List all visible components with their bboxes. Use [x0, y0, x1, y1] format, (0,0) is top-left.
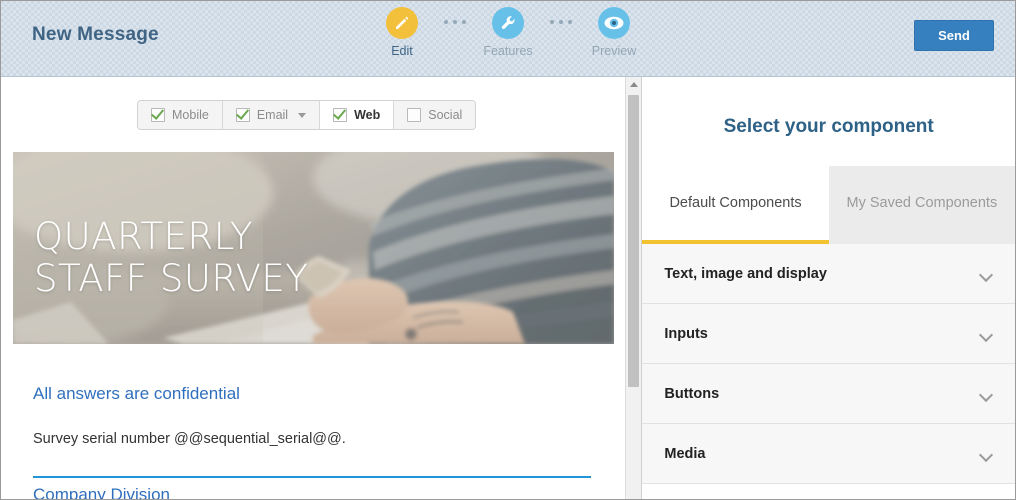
pencil-icon [386, 7, 418, 39]
channel-tab-mobile[interactable]: Mobile [138, 101, 223, 129]
channel-tab-email[interactable]: Email [222, 101, 321, 129]
tab-my-saved-components[interactable]: My Saved Components [828, 166, 1015, 244]
email-checkbox[interactable] [235, 108, 250, 122]
step-separator-2 [544, 20, 578, 24]
web-checkbox[interactable] [333, 108, 348, 122]
social-checkbox[interactable] [407, 108, 422, 122]
app-header: New Message Edit Features Preview Send [1, 1, 1015, 77]
step-features-label: Features [483, 44, 533, 58]
component-tabs: Default Components My Saved Components [642, 166, 1015, 244]
component-group-buttons[interactable]: Buttons [642, 364, 1015, 424]
channel-selector: Mobile Email Web Social [137, 100, 477, 130]
step-preview[interactable]: Preview [578, 7, 650, 58]
section-heading: Company Division [33, 485, 170, 500]
component-group-label: Buttons [664, 385, 720, 402]
editor-scrollbar[interactable] [625, 77, 642, 499]
component-group-text-image-display[interactable]: Text, image and display [642, 244, 1015, 304]
step-preview-label: Preview [591, 44, 637, 58]
scroll-thumb[interactable] [628, 95, 640, 387]
step-edit[interactable]: Edit [366, 7, 438, 58]
component-group-label: Media [664, 445, 706, 462]
channel-tab-web[interactable]: Web [320, 101, 395, 129]
step-features[interactable]: Features [472, 7, 544, 58]
chevron-down-icon[interactable] [980, 330, 993, 338]
page-title: New Message [32, 24, 159, 45]
channel-tab-mobile-label: Mobile [172, 108, 209, 122]
component-groups: Text, image and display Inputs Buttons M… [642, 244, 1015, 484]
section-divider [33, 476, 591, 478]
chevron-down-icon[interactable] [980, 450, 993, 458]
component-group-inputs[interactable]: Inputs [642, 304, 1015, 364]
lead-heading: All answers are confidential [33, 384, 240, 403]
message-editor-pane: Mobile Email Web Social QUARTERLY STAFF … [1, 77, 643, 500]
step-separator-1 [438, 20, 472, 24]
app-window: New Message Edit Features Preview Send M… [0, 0, 1016, 500]
channel-tab-social-label: Social [428, 108, 463, 122]
panel-title: Select your component [723, 116, 934, 137]
channel-tab-social[interactable]: Social [394, 101, 476, 129]
triangle-up-icon[interactable] [626, 77, 642, 92]
workspace: Mobile Email Web Social QUARTERLY STAFF … [1, 77, 1015, 500]
channel-tab-email-label: Email [256, 108, 289, 122]
chevron-down-icon[interactable] [298, 112, 307, 118]
body-copy: Survey serial number @@sequential_serial… [33, 431, 346, 447]
component-group-label: Text, image and display [664, 265, 827, 282]
component-group-media[interactable]: Media [642, 424, 1015, 484]
hero-title: QUARTERLY STAFF SURVEY [34, 215, 309, 300]
step-edit-label: Edit [391, 44, 413, 58]
eye-icon [598, 7, 630, 39]
chevron-down-icon[interactable] [980, 390, 993, 398]
hero-banner: QUARTERLY STAFF SURVEY [13, 152, 614, 344]
tab-default-components[interactable]: Default Components [642, 166, 829, 244]
mobile-checkbox[interactable] [151, 108, 165, 122]
chevron-down-icon[interactable] [980, 270, 993, 278]
component-picker-pane: Select your component Default Components… [642, 77, 1015, 499]
wrench-icon [492, 7, 524, 39]
channel-tab-web-label: Web [354, 108, 381, 122]
component-group-label: Inputs [664, 325, 708, 342]
send-button[interactable]: Send [914, 20, 994, 51]
